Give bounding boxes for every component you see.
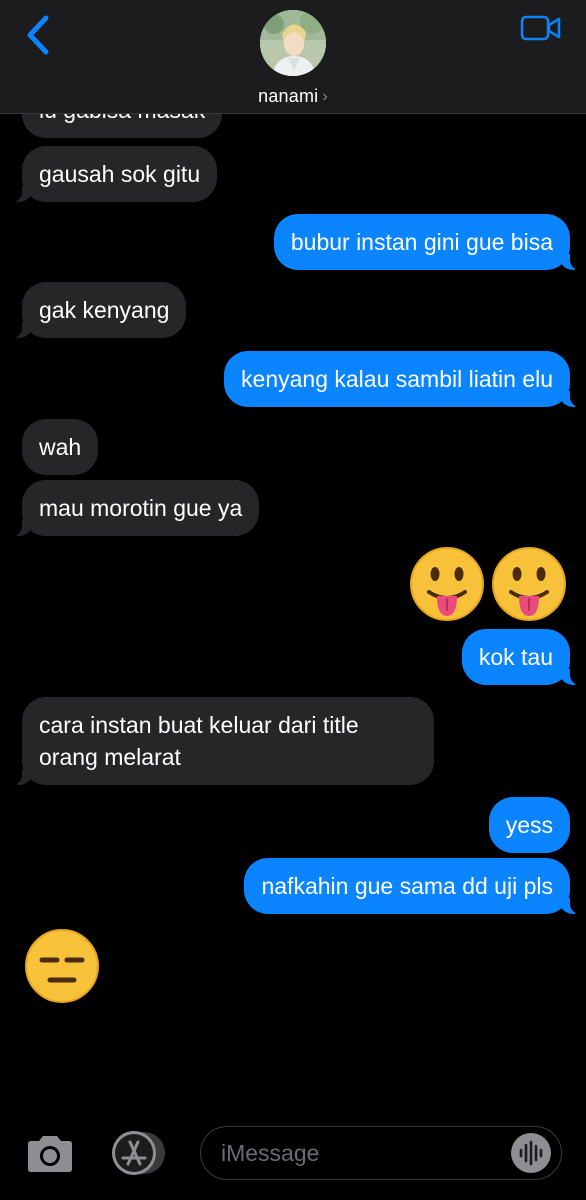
message-text: mau morotin gue ya [39, 495, 243, 521]
message-bubble-outgoing[interactable]: nafkahin gue sama dd uji pls [244, 858, 580, 914]
chevron-left-icon [27, 15, 49, 55]
message-text: wah [39, 434, 82, 460]
message-bubble-incoming[interactable]: gausah sok gitu [11, 146, 218, 202]
tongue-out-emoji-icon [410, 547, 566, 621]
message-text: yess [505, 812, 553, 838]
contact-name-label: nanami [258, 86, 319, 106]
message-text: kenyang kalau sambil liatin elu [241, 366, 553, 392]
contact-avatar[interactable] [260, 10, 326, 76]
contact-name[interactable]: nanami › [0, 86, 586, 107]
audio-record-button[interactable] [511, 1133, 551, 1173]
message-text: nafkahin gue sama dd uji pls [261, 873, 553, 899]
chevron-right-icon: › [322, 88, 328, 105]
message-bubble-incoming[interactable]: mau morotin gue ya [11, 480, 260, 536]
message-bubble-incoming[interactable]: wah [22, 419, 99, 475]
input-placeholder: iMessage [221, 1140, 320, 1166]
video-camera-icon [520, 15, 561, 41]
message-text: bubur instan gini gue bisa [290, 229, 553, 255]
message-bubble-outgoing[interactable]: bubur instan gini gue bisa [273, 214, 581, 270]
conversation-header: nanami › [0, 0, 586, 114]
app-store-icon [112, 1131, 165, 1175]
emoji-message-outgoing[interactable] [408, 546, 568, 626]
message-bubble-incoming[interactable]: gak kenyang [11, 282, 187, 338]
camera-icon [28, 1136, 72, 1172]
message-text: kok tau [478, 644, 553, 670]
message-bubble-outgoing[interactable]: kenyang kalau sambil liatin elu [224, 351, 580, 407]
message-bubble-incoming[interactable]: cara instan buat keluar dari title orang… [12, 697, 434, 785]
camera-button[interactable] [24, 1134, 76, 1174]
expressionless-face-emoji-icon [25, 929, 99, 1003]
back-button[interactable] [22, 14, 62, 56]
avatar-image-icon [260, 10, 326, 76]
audio-waveform-icon [519, 1140, 543, 1166]
emoji-message-incoming[interactable] [24, 928, 104, 1004]
message-text: gausah sok gitu [39, 161, 201, 187]
message-text: cara instan buat keluar dari title orang… [39, 712, 359, 770]
imessage-input[interactable]: iMessage [200, 1126, 562, 1180]
facetime-video-button[interactable] [520, 14, 562, 44]
app-store-button[interactable] [108, 1130, 168, 1176]
message-bubble-outgoing[interactable]: kok tau [461, 629, 581, 685]
message-thread[interactable]: lu gabisa masak gausah sok gitu bubur in… [0, 0, 586, 1100]
message-text: gak kenyang [39, 297, 170, 323]
message-bubble-outgoing[interactable]: yess [488, 797, 570, 853]
